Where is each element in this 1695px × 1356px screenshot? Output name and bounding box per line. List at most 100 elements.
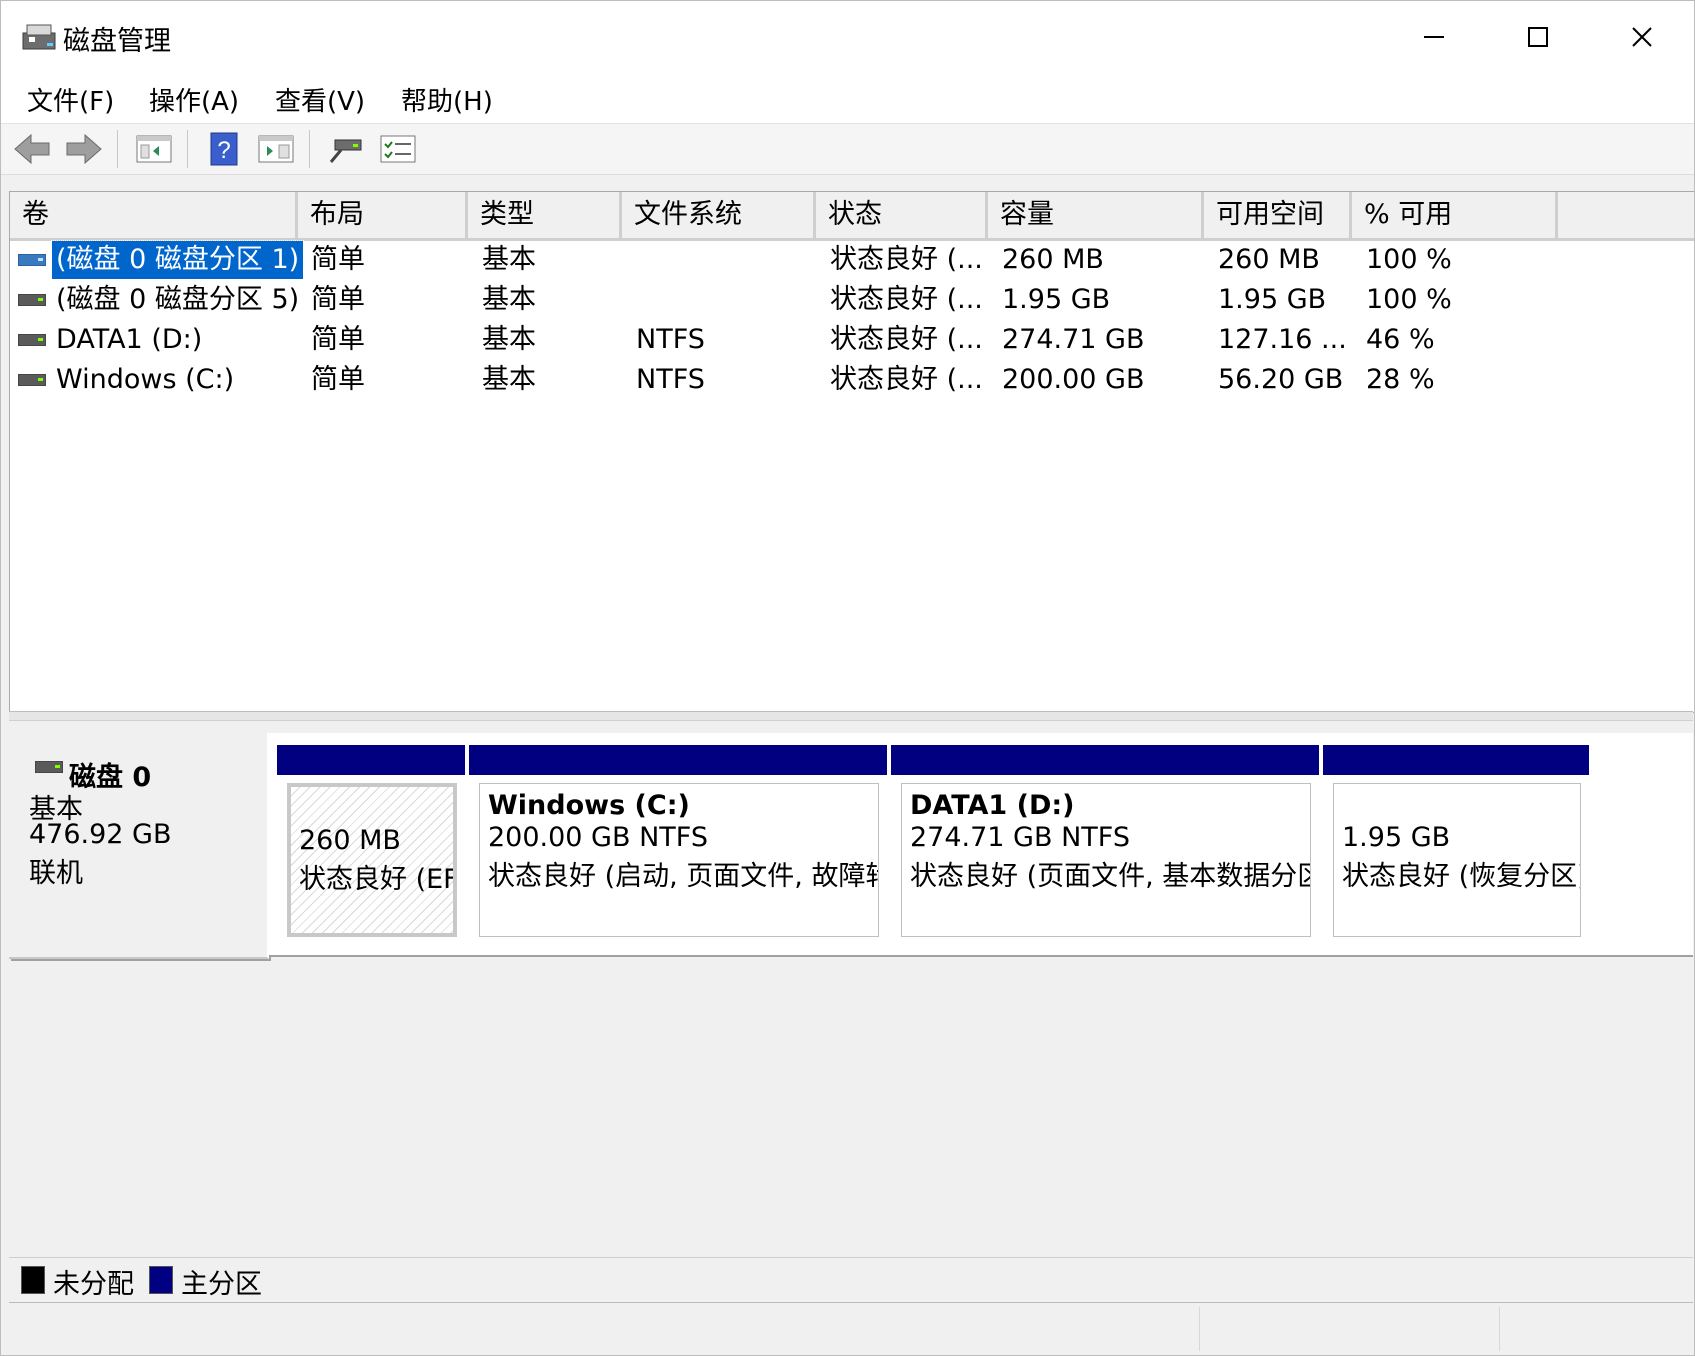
connect-disk-icon[interactable] — [327, 132, 365, 166]
volume-type: 基本 — [482, 284, 536, 315]
partition-efi[interactable]: 260 MB 状态良好 (EFI 系统分区) — [277, 745, 465, 945]
partition-type-strip — [1323, 745, 1589, 775]
partition-recovery[interactable]: 1.95 GB 状态良好 (恢复分区) — [1323, 745, 1589, 945]
svg-text:?: ? — [217, 137, 230, 164]
properties-icon[interactable] — [379, 132, 417, 166]
volume-free-space: 127.16 ... — [1218, 324, 1347, 355]
minimize-button[interactable] — [1381, 1, 1485, 71]
volume-type: 基本 — [482, 324, 536, 355]
partition-name: DATA1 (D:) — [910, 790, 1075, 821]
column-header-free-space[interactable]: 可用空间 — [1204, 192, 1352, 238]
partition-size: 260 MB — [299, 825, 401, 856]
legend-bar: 未分配 主分区 — [9, 1257, 1693, 1303]
column-header-capacity[interactable]: 容量 — [988, 192, 1204, 238]
disk-state: 联机 — [29, 858, 83, 889]
volume-percent-free: 28 % — [1366, 364, 1435, 395]
legend-label-unallocated: 未分配 — [53, 1269, 134, 1300]
volume-status: 状态良好 (... — [830, 284, 983, 315]
disk-info-panel[interactable]: 磁盘 0 基本 476.92 GB 联机 — [9, 733, 269, 959]
partition-body: 260 MB 状态良好 (EFI 系统分区) — [287, 783, 457, 937]
disk-management-window: 磁盘管理 文件(F) 操作(A) 查看(V) 帮助(H) ? 卷 布局 类型 文… — [0, 0, 1695, 1356]
legend-swatch-primary — [149, 1266, 173, 1294]
menu-view[interactable]: 查看(V) — [271, 81, 369, 118]
volume-capacity: 1.95 GB — [1002, 284, 1111, 315]
partition-size: 1.95 GB — [1342, 822, 1451, 853]
volume-status: 状态良好 (... — [830, 324, 983, 355]
partition-status: 状态良好 (EFI 系统分区) — [299, 864, 453, 895]
volume-layout: 简单 — [311, 284, 365, 315]
volume-free-space: 260 MB — [1218, 244, 1320, 275]
action-pane-icon[interactable] — [257, 132, 295, 166]
minimize-icon — [1424, 36, 1444, 38]
volume-layout: 简单 — [311, 244, 365, 275]
partition-body: Windows (C:) 200.00 GB NTFS 状态良好 (启动, 页面… — [479, 783, 879, 937]
volume-percent-free: 46 % — [1366, 324, 1435, 355]
partition-status: 状态良好 (恢复分区) — [1342, 861, 1581, 892]
close-icon — [1632, 27, 1652, 47]
menu-bar: 文件(F) 操作(A) 查看(V) 帮助(H) — [1, 71, 1694, 124]
partition-data1-d[interactable]: DATA1 (D:) 274.71 GB NTFS 状态良好 (页面文件, 基本… — [891, 745, 1319, 945]
status-bar-divider — [1199, 1307, 1200, 1351]
volume-type: 基本 — [482, 244, 536, 275]
disk-size: 476.92 GB — [29, 819, 172, 850]
disk-drive-icon — [35, 761, 63, 773]
volume-disk-icon — [18, 254, 46, 266]
column-header-percent-free[interactable]: % 可用 — [1352, 192, 1558, 238]
maximize-icon — [1528, 27, 1548, 47]
volume-row[interactable]: DATA1 (D:) 简单 基本 NTFS 状态良好 (... 274.71 G… — [10, 320, 1694, 360]
volume-capacity: 260 MB — [1002, 244, 1104, 275]
volume-percent-free: 100 % — [1366, 244, 1452, 275]
partition-windows-c[interactable]: Windows (C:) 200.00 GB NTFS 状态良好 (启动, 页面… — [469, 745, 887, 945]
volume-layout: 简单 — [311, 364, 365, 395]
menu-action[interactable]: 操作(A) — [145, 81, 243, 118]
maximize-button[interactable] — [1485, 1, 1589, 71]
status-bar — [1, 1303, 1694, 1355]
toolbar-separator — [117, 130, 118, 168]
volume-filesystem: NTFS — [636, 364, 705, 395]
partition-body: DATA1 (D:) 274.71 GB NTFS 状态良好 (页面文件, 基本… — [901, 783, 1311, 937]
back-arrow-icon[interactable] — [13, 132, 51, 166]
close-button[interactable] — [1589, 1, 1693, 71]
disk-graphical-view: 磁盘 0 基本 476.92 GB 联机 260 MB 状态良好 (EFI 系统… — [9, 729, 1693, 1257]
volume-name: (磁盘 0 磁盘分区 1) — [50, 240, 305, 280]
partition-name: Windows (C:) — [488, 790, 690, 821]
volume-row[interactable]: (磁盘 0 磁盘分区 1) 简单 基本 状态良好 (... 260 MB 260… — [10, 240, 1694, 280]
partition-type-strip — [891, 745, 1319, 775]
partition-type-strip — [277, 745, 465, 775]
column-header-row: 卷 布局 类型 文件系统 状态 容量 可用空间 % 可用 — [10, 192, 1694, 241]
menu-file[interactable]: 文件(F) — [23, 81, 118, 118]
volume-list[interactable]: 卷 布局 类型 文件系统 状态 容量 可用空间 % 可用 (磁盘 0 磁盘分区 … — [9, 191, 1694, 713]
console-tree-icon[interactable] — [135, 132, 173, 166]
toolbar-separator — [309, 130, 310, 168]
column-header-volume[interactable]: 卷 — [10, 192, 298, 238]
volume-capacity: 274.71 GB — [1002, 324, 1145, 355]
volume-status: 状态良好 (... — [830, 364, 983, 395]
volume-filesystem: NTFS — [636, 324, 705, 355]
volume-name: Windows (C:) — [56, 364, 235, 395]
volume-layout: 简单 — [311, 324, 365, 355]
disk-management-app-icon — [22, 24, 56, 50]
volume-name: (磁盘 0 磁盘分区 5) — [56, 284, 300, 315]
forward-arrow-icon[interactable] — [65, 132, 103, 166]
toolbar-separator — [187, 130, 188, 168]
partition-bar: 260 MB 状态良好 (EFI 系统分区) Windows (C:) 200.… — [269, 733, 1693, 957]
partition-status: 状态良好 (页面文件, 基本数据分区) — [910, 861, 1311, 892]
title-bar[interactable]: 磁盘管理 — [1, 1, 1694, 71]
column-header-status[interactable]: 状态 — [816, 192, 988, 238]
help-icon[interactable]: ? — [205, 132, 243, 166]
volume-row[interactable]: (磁盘 0 磁盘分区 5) 简单 基本 状态良好 (... 1.95 GB 1.… — [10, 280, 1694, 320]
volume-disk-icon — [18, 374, 46, 386]
volume-status: 状态良好 (... — [830, 244, 983, 275]
column-header-type[interactable]: 类型 — [468, 192, 622, 238]
legend-label-primary: 主分区 — [181, 1269, 262, 1300]
column-header-layout[interactable]: 布局 — [298, 192, 468, 238]
volume-name: DATA1 (D:) — [56, 324, 203, 355]
volume-row[interactable]: Windows (C:) 简单 基本 NTFS 状态良好 (... 200.00… — [10, 360, 1694, 400]
partition-size: 274.71 GB NTFS — [910, 822, 1130, 853]
partition-body: 1.95 GB 状态良好 (恢复分区) — [1333, 783, 1581, 937]
column-header-filesystem[interactable]: 文件系统 — [622, 192, 816, 238]
volume-disk-icon — [18, 334, 46, 346]
pane-splitter[interactable] — [9, 711, 1693, 721]
partition-size: 200.00 GB NTFS — [488, 822, 708, 853]
menu-help[interactable]: 帮助(H) — [397, 81, 497, 118]
